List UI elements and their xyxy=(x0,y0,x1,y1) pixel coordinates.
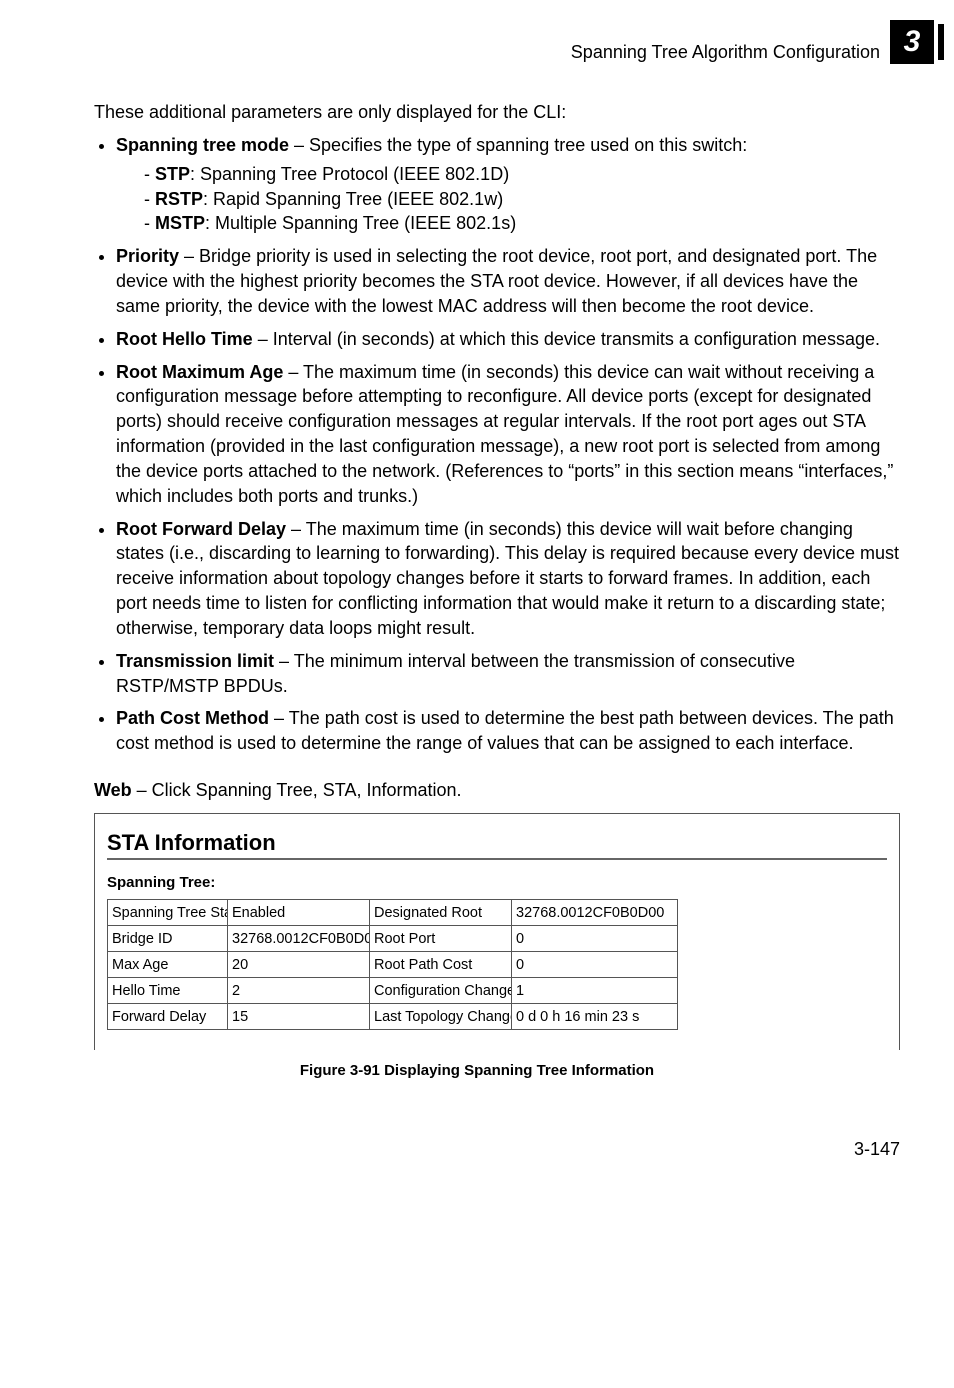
table-cell: 0 d 0 h 16 min 23 s xyxy=(512,1004,678,1030)
param-name: Priority xyxy=(116,246,179,266)
table-cell: Enabled xyxy=(228,900,370,926)
param-desc: – Interval (in seconds) at which this de… xyxy=(253,329,880,349)
list-item: Root Maximum Age – The maximum time (in … xyxy=(116,360,900,509)
web-instruction: Web – Click Spanning Tree, STA, Informat… xyxy=(94,780,900,801)
param-name: Path Cost Method xyxy=(116,708,269,728)
list-item: Spanning tree mode – Specifies the type … xyxy=(116,133,900,236)
panel-title: STA Information xyxy=(107,830,887,856)
sub-key: MSTP xyxy=(155,213,205,233)
param-name: Spanning tree mode xyxy=(116,135,289,155)
param-name: Root Forward Delay xyxy=(116,519,286,539)
sub-list: STP: Spanning Tree Protocol (IEEE 802.1D… xyxy=(116,162,900,236)
table-cell: 0 xyxy=(512,926,678,952)
sta-panel: STA Information Spanning Tree: Spanning … xyxy=(94,813,900,1050)
chapter-badge: 3 xyxy=(890,20,934,64)
header-title: Spanning Tree Algorithm Configuration xyxy=(571,42,880,63)
table-cell: 0 xyxy=(512,952,678,978)
table-cell: 32768.0012CF0B0D00 xyxy=(512,900,678,926)
sub-key: RSTP xyxy=(155,189,203,209)
table-cell: Max Age xyxy=(108,952,228,978)
param-desc: – Bridge priority is used in selecting t… xyxy=(116,246,877,316)
list-item: Root Hello Time – Interval (in seconds) … xyxy=(116,327,900,352)
table-cell: Forward Delay xyxy=(108,1004,228,1030)
table-row: Spanning Tree StateEnabledDesignated Roo… xyxy=(108,900,678,926)
table-cell: Last Topology Change xyxy=(370,1004,512,1030)
list-item: Transmission limit – The minimum interva… xyxy=(116,649,900,699)
figure-caption: Figure 3-91 Displaying Spanning Tree Inf… xyxy=(54,1062,900,1079)
list-item: STP: Spanning Tree Protocol (IEEE 802.1D… xyxy=(144,162,900,187)
table-cell: Spanning Tree State xyxy=(108,900,228,926)
list-item: RSTP: Rapid Spanning Tree (IEEE 802.1w) xyxy=(144,187,900,212)
divider xyxy=(107,858,887,860)
parameter-list: Spanning tree mode – Specifies the type … xyxy=(94,133,900,756)
page-number: 3-147 xyxy=(54,1139,900,1160)
table-row: Max Age20Root Path Cost0 xyxy=(108,952,678,978)
sub-val: : Multiple Spanning Tree (IEEE 802.1s) xyxy=(205,213,516,233)
table-cell: 20 xyxy=(228,952,370,978)
list-item: Priority – Bridge priority is used in se… xyxy=(116,244,900,318)
param-name: Transmission limit xyxy=(116,651,274,671)
list-item: Path Cost Method – The path cost is used… xyxy=(116,706,900,756)
param-desc: – Specifies the type of spanning tree us… xyxy=(289,135,747,155)
table-cell: Bridge ID xyxy=(108,926,228,952)
list-item: Root Forward Delay – The maximum time (i… xyxy=(116,517,900,641)
list-item: MSTP: Multiple Spanning Tree (IEEE 802.1… xyxy=(144,211,900,236)
table-cell: Root Path Cost xyxy=(370,952,512,978)
panel-subhead: Spanning Tree: xyxy=(107,874,887,891)
sub-val: : Spanning Tree Protocol (IEEE 802.1D) xyxy=(190,164,509,184)
intro-text: These additional parameters are only dis… xyxy=(94,102,900,123)
sub-key: STP xyxy=(155,164,190,184)
table-cell: 15 xyxy=(228,1004,370,1030)
web-label: Web xyxy=(94,780,132,800)
table-cell: 2 xyxy=(228,978,370,1004)
param-name: Root Maximum Age xyxy=(116,362,283,382)
table-row: Bridge ID32768.0012CF0B0D00Root Port0 xyxy=(108,926,678,952)
table-row: Forward Delay15Last Topology Change0 d 0… xyxy=(108,1004,678,1030)
table-row: Hello Time2Configuration Changes1 xyxy=(108,978,678,1004)
web-text: – Click Spanning Tree, STA, Information. xyxy=(132,780,462,800)
table-cell: Root Port xyxy=(370,926,512,952)
table-cell: Configuration Changes xyxy=(370,978,512,1004)
sta-table: Spanning Tree StateEnabledDesignated Roo… xyxy=(107,899,678,1030)
sub-val: : Rapid Spanning Tree (IEEE 802.1w) xyxy=(203,189,503,209)
table-cell: Designated Root xyxy=(370,900,512,926)
page-header: Spanning Tree Algorithm Configuration 3 xyxy=(54,30,900,74)
table-cell: 1 xyxy=(512,978,678,1004)
table-cell: Hello Time xyxy=(108,978,228,1004)
table-cell: 32768.0012CF0B0D00 xyxy=(228,926,370,952)
param-desc: – The maximum time (in seconds) this dev… xyxy=(116,362,893,506)
param-name: Root Hello Time xyxy=(116,329,253,349)
